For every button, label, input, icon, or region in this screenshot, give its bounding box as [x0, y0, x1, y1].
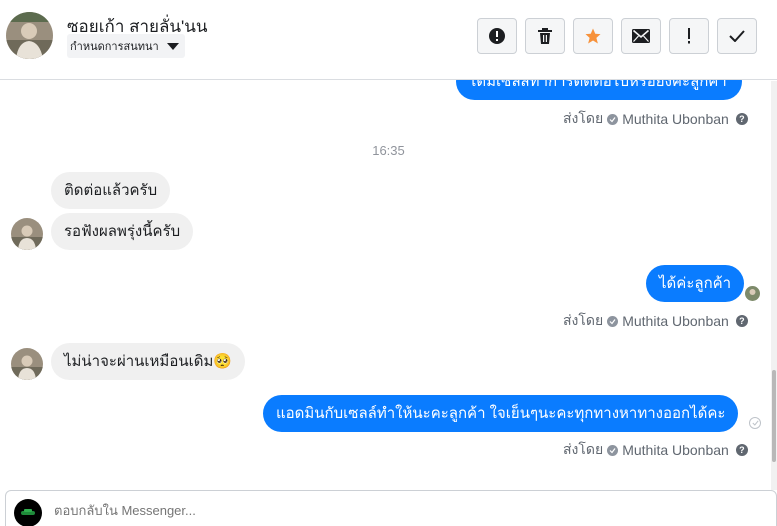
caret-down-icon: [166, 42, 179, 50]
report-button[interactable]: [477, 18, 517, 54]
message-timestamp: 16:35: [372, 143, 405, 158]
conversation-header: ซอยเก้า สายลั่น'นน กำหนดการสนทนา: [0, 0, 777, 80]
help-icon[interactable]: ?: [735, 113, 748, 125]
incoming-message[interactable]: ไม่น่าจะผ่านเหมือนเดิม🥺: [51, 343, 246, 380]
scrollbar-thumb[interactable]: [772, 370, 776, 462]
message-text: ได้ค่ะลูกค้า: [659, 275, 732, 292]
sent-by-label: ส่งโดย Muthita Ubonban ?: [563, 108, 748, 130]
sender-name[interactable]: Muthita Ubonban: [622, 111, 729, 127]
contact-avatar-small[interactable]: [11, 348, 43, 380]
sent-by-prefix: ส่งโดย: [563, 441, 604, 457]
exclamation-icon: [688, 28, 690, 44]
incoming-message[interactable]: รอฟังผลพรุ่งนี้ครับ: [51, 213, 194, 250]
message-text: ไม่น่าจะผ่านเหมือนเดิม: [64, 353, 214, 370]
pleading-face-emoji: 🥺: [213, 353, 233, 370]
sent-by-label: ส่งโดย Muthita Ubonban ?: [563, 310, 748, 332]
conversation-label-dropdown[interactable]: กำหนดการสนทนา: [67, 34, 185, 58]
spam-button[interactable]: [669, 18, 709, 54]
incoming-message[interactable]: ติดต่อแล้วครับ: [51, 172, 171, 209]
action-toolbar: [477, 18, 757, 54]
delete-button[interactable]: [525, 18, 565, 54]
page-logo-avatar: [14, 499, 42, 526]
mark-unread-button[interactable]: [621, 18, 661, 54]
contact-avatar[interactable]: [6, 12, 53, 59]
page-badge-icon: [607, 315, 619, 327]
sent-by-label: ส่งโดย Muthita Ubonban ?: [563, 439, 748, 461]
reply-input[interactable]: [54, 503, 454, 518]
label-dropdown-text: กำหนดการสนทนา: [70, 41, 159, 53]
page-badge-icon: [607, 444, 619, 456]
message-text: ติดต่อแล้วครับ: [64, 182, 158, 199]
sender-name[interactable]: Muthita Ubonban: [622, 313, 729, 329]
sender-name[interactable]: Muthita Ubonban: [622, 442, 729, 458]
check-icon: [729, 30, 745, 42]
star-icon: [585, 28, 601, 44]
help-icon[interactable]: ?: [735, 444, 748, 456]
help-icon[interactable]: ?: [735, 315, 748, 327]
outgoing-message[interactable]: แอดมินกับเซลล์ทำให้นะคะลูกค้า ใจเย็นๆนะค…: [263, 395, 739, 432]
mark-done-button[interactable]: [717, 18, 757, 54]
message-text: แอดมินกับเซลล์ทำให้นะคะลูกค้า ใจเย็นๆนะค…: [276, 405, 726, 422]
message-text: รอฟังผลพรุ่งนี้ครับ: [64, 223, 181, 240]
page-badge-icon: [607, 113, 619, 125]
star-button[interactable]: [573, 18, 613, 54]
contact-avatar-small[interactable]: [11, 218, 43, 250]
envelope-icon: [632, 29, 650, 43]
alert-circle-icon: [489, 28, 505, 44]
sent-by-prefix: ส่งโดย: [563, 110, 604, 126]
outgoing-message[interactable]: ได้ค่ะลูกค้า: [646, 265, 745, 302]
sent-by-prefix: ส่งโดย: [563, 312, 604, 328]
delivered-check-icon: [749, 417, 761, 429]
trash-icon: [538, 28, 552, 44]
seen-avatar: [745, 286, 760, 301]
reply-composer: [5, 490, 777, 526]
